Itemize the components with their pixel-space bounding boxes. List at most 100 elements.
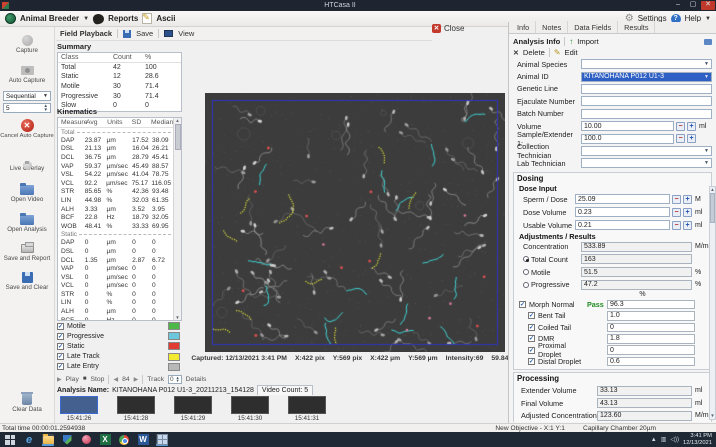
pin-icon[interactable] [704, 39, 712, 45]
sample-extender-decrement-button[interactable]: − [676, 134, 685, 143]
animal-id-select[interactable]: KITANOHANA P012 U1-3▼ [581, 72, 712, 82]
checkbox-icon[interactable]: ✓ [519, 301, 526, 308]
import-button[interactable]: Import [577, 37, 599, 46]
taskbar-htcasa-button[interactable] [156, 434, 168, 446]
legend-item[interactable]: ✓ Progressive [57, 331, 182, 341]
checkbox-icon[interactable]: ✓ [528, 358, 535, 365]
checkbox-icon[interactable]: ✓ [528, 335, 535, 342]
panel-tab[interactable]: Data Fields [568, 21, 618, 33]
capture-count-stepper[interactable]: 5 ▲▼ [3, 103, 51, 113]
motile-radio[interactable] [523, 269, 529, 275]
sperm-dose-input[interactable]: 25.09 [575, 194, 670, 204]
usable-volume-decrement-button[interactable]: − [672, 221, 681, 230]
checkbox-icon[interactable]: ✓ [57, 343, 64, 350]
cancel-auto-capture-button[interactable]: ✕ Cancel Auto Capture [0, 119, 55, 140]
close-panel-button[interactable]: ✕ Close [432, 24, 464, 33]
morph-value-input[interactable]: 1.0 [607, 311, 695, 321]
dose-volume-input[interactable]: 0.23 [575, 207, 670, 217]
morph-value-input[interactable]: 0.6 [607, 357, 695, 367]
usable-volume-increment-button[interactable]: + [683, 221, 692, 230]
taskbar-ie-button[interactable]: e [23, 434, 35, 446]
panel-scrollbar[interactable]: ▲▼ [709, 186, 716, 420]
thumbnail-image[interactable] [174, 396, 212, 414]
volume-icon[interactable]: ◁)) [670, 436, 679, 443]
legend-item[interactable]: ✓ Static [57, 341, 182, 351]
video-thumbnail[interactable]: 15:41:31 [288, 396, 326, 422]
start-button[interactable] [4, 434, 16, 446]
usable-volume-input[interactable]: 0.21 [575, 220, 670, 230]
checkbox-icon[interactable]: ✓ [57, 323, 64, 330]
view-button[interactable]: View [178, 29, 194, 38]
edit-button[interactable]: Edit [565, 48, 578, 57]
video-thumbnail[interactable]: 15:41:28 [117, 396, 155, 422]
legend-item[interactable]: ✓ Motile [57, 321, 182, 331]
help-chevron-icon[interactable]: ▼ [705, 16, 711, 22]
checkbox-icon[interactable]: ✓ [528, 347, 535, 354]
save-button[interactable]: Save [136, 29, 153, 38]
open-video-button[interactable]: Open Video [0, 183, 55, 204]
sperm-dose-decrement-button[interactable]: − [672, 195, 681, 204]
volume-input[interactable]: 10.00 [581, 121, 674, 131]
lab-technician-select[interactable]: ▼ [581, 158, 712, 168]
microscopy-image[interactable] [205, 93, 505, 352]
checkbox-icon[interactable]: ✓ [57, 353, 64, 360]
thumbnail-image[interactable] [288, 396, 326, 414]
legend-item[interactable]: ✓ Late Entry [57, 362, 182, 372]
checkbox-icon[interactable]: ✓ [528, 324, 535, 331]
tray-up-icon[interactable]: ▲ [651, 437, 657, 443]
auto-capture-button[interactable]: Auto Capture [0, 64, 55, 85]
progressive-radio[interactable] [523, 282, 529, 288]
panel-tab[interactable]: Results [618, 21, 655, 33]
track-stepper[interactable]: 0 ▲▼ [168, 375, 182, 384]
animal-breeder-menu[interactable]: Animal Breeder [20, 14, 79, 23]
legend-item[interactable]: ✓ Late Track [57, 352, 182, 362]
open-analysis-button[interactable]: Open Analysis [0, 213, 55, 234]
kinematics-scrollbar[interactable]: ▲▼ [173, 118, 181, 320]
maximize-button[interactable]: ▢ [686, 1, 700, 10]
taskbar-explorer-button[interactable] [42, 434, 54, 446]
save-and-clear-button[interactable]: Save and Clear [0, 271, 55, 292]
capture-mode-select[interactable]: Sequential ▼ [3, 91, 51, 101]
ejaculate-number-input[interactable] [581, 96, 712, 106]
details-button[interactable]: Details [186, 376, 207, 383]
thumbnail-image[interactable] [231, 396, 269, 414]
total-count-radio[interactable] [523, 256, 529, 262]
collection-technician-select[interactable]: ▼ [581, 146, 712, 156]
prev-frame-icon[interactable]: ◀ [113, 376, 118, 383]
capture-button[interactable]: Capture [0, 34, 55, 55]
next-frame-icon[interactable]: ▶ [134, 376, 139, 383]
play-button[interactable]: Play [66, 376, 79, 383]
ascii-button[interactable]: Ascii [156, 14, 175, 23]
sample-extender-input[interactable]: 100.0 [581, 134, 674, 144]
minimize-button[interactable]: – [671, 1, 685, 10]
morph-value-input[interactable]: 1.8 [607, 334, 695, 344]
delete-button[interactable]: Delete [523, 48, 545, 57]
thumbnail-image[interactable] [60, 396, 98, 414]
network-icon[interactable]: ▥ [661, 436, 667, 443]
stepper-arrows-icon[interactable]: ▲▼ [44, 104, 48, 112]
sperm-dose-increment-button[interactable]: + [683, 195, 692, 204]
close-window-button[interactable]: ✕ [701, 1, 715, 10]
panel-tab[interactable]: Notes [536, 21, 568, 33]
video-thumbnail[interactable]: 15:41:29 [174, 396, 212, 422]
panel-tab[interactable]: Info [511, 21, 536, 33]
taskbar-excel-button[interactable]: X [99, 434, 111, 446]
live-overlay-button[interactable]: Live Overlay [0, 152, 55, 173]
taskbar-security-button[interactable] [61, 434, 73, 446]
taskbar-antivirus-button[interactable] [80, 434, 92, 446]
chevron-down-icon[interactable]: ▼ [83, 16, 89, 22]
video-thumbnail[interactable]: 15:41:30 [231, 396, 269, 422]
batch-number-input[interactable] [581, 109, 712, 119]
morph-value-input[interactable]: 0 [607, 323, 695, 333]
animal-species-select[interactable]: ▼ [581, 59, 712, 69]
checkbox-icon[interactable]: ✓ [57, 363, 64, 370]
volume-increment-button[interactable]: + [687, 122, 696, 131]
checkbox-icon[interactable]: ✓ [528, 312, 535, 319]
morph-value-input[interactable]: 0 [607, 345, 695, 355]
video-thumbnail[interactable]: 15:41:26 [60, 396, 98, 422]
stop-button[interactable]: Stop [90, 376, 104, 383]
reports-button[interactable]: Reports [108, 14, 138, 23]
taskbar-chrome-button[interactable] [118, 434, 130, 446]
track-stepper-arrows-icon[interactable]: ▲▼ [176, 376, 180, 383]
taskbar-word-button[interactable]: W [137, 434, 149, 446]
